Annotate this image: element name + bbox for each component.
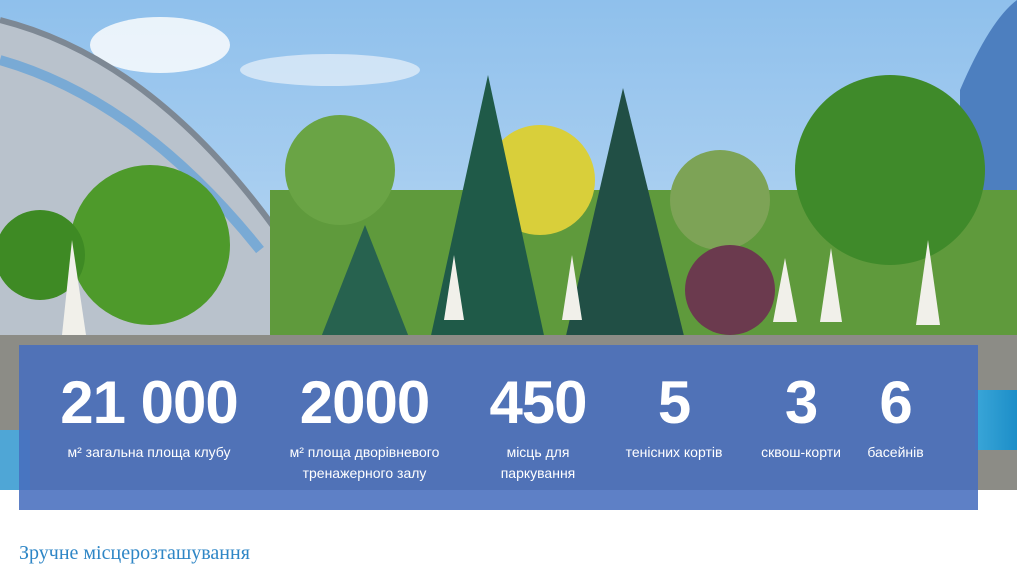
stat-parking: 450 місць для паркування bbox=[478, 345, 598, 510]
stat-value: 3 bbox=[784, 369, 818, 436]
section-heading: Зручне місцерозташування bbox=[19, 542, 250, 564]
stat-value: 5 bbox=[657, 369, 691, 436]
stat-value: 6 bbox=[879, 369, 912, 436]
stat-value: 21 000 bbox=[60, 369, 239, 436]
stat-label: тенісних кортів bbox=[625, 444, 723, 460]
stat-label: сквош-корти bbox=[761, 444, 841, 460]
stat-tennis-courts: 5 тенісних кортів bbox=[614, 345, 734, 510]
stat-club-area: 21 000 м² загальна площа клубу bbox=[49, 345, 249, 510]
stat-label: басейнів bbox=[867, 444, 924, 460]
stat-value: 450 bbox=[489, 369, 587, 436]
stat-value: 2000 bbox=[299, 369, 430, 436]
stat-label: місць для паркування bbox=[500, 444, 576, 481]
stat-label: м² площа дворівневого тренажерного залу bbox=[289, 444, 440, 481]
stat-squash-courts: 3 сквош-корти bbox=[741, 345, 861, 510]
stat-pools: 6 басейнів bbox=[848, 345, 943, 510]
stat-label: м² загальна площа клубу bbox=[67, 444, 231, 460]
stats-panel: 21 000 м² загальна площа клубу 2000 м² п… bbox=[19, 345, 978, 510]
stat-gym-area: 2000 м² площа дворівневого тренажерного … bbox=[277, 345, 452, 510]
